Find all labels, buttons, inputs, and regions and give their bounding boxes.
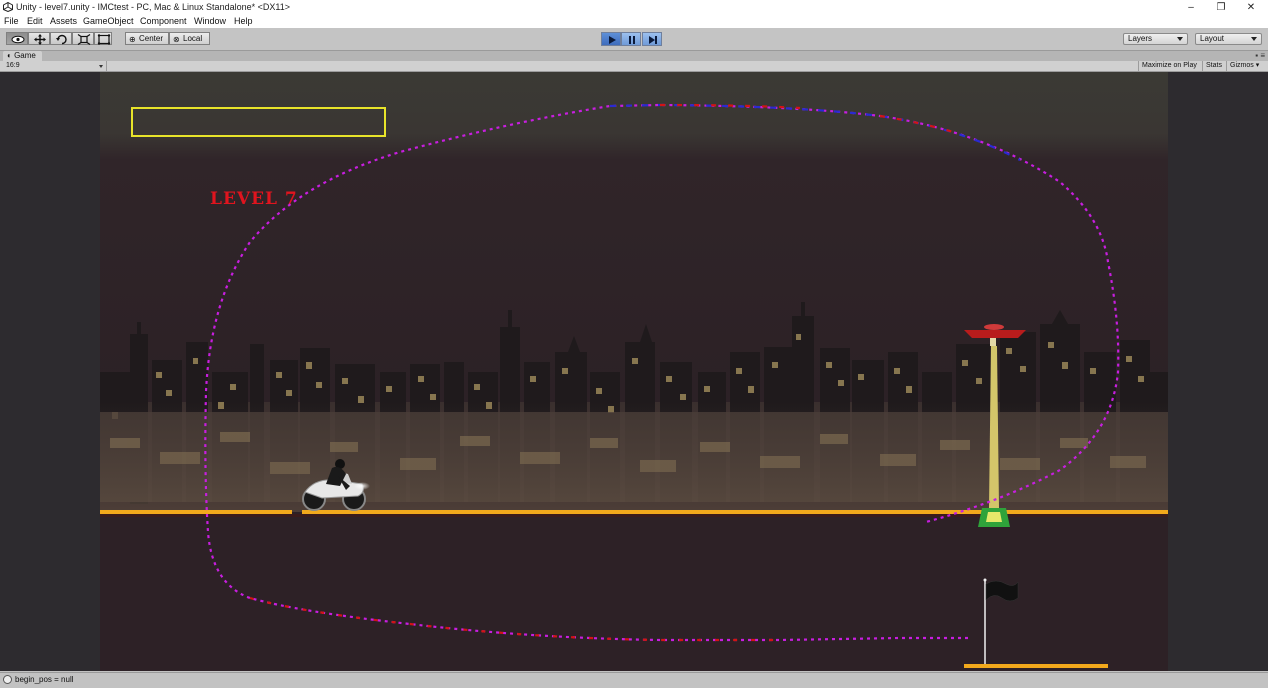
menu-bar: File Edit Assets GameObject Component Wi… xyxy=(0,15,1268,28)
layout-label: Layout xyxy=(1200,34,1225,43)
pivot-local-label: Local xyxy=(183,34,203,43)
rotate-tool-button[interactable] xyxy=(50,32,72,45)
tab-game[interactable]: ◐ Game xyxy=(3,51,42,61)
menu-edit[interactable]: Edit xyxy=(27,16,43,26)
scale-icon xyxy=(77,34,91,45)
game-canvas[interactable]: LEVEL 7 xyxy=(100,72,1168,671)
play-button[interactable] xyxy=(601,32,621,46)
move-tool-button[interactable] xyxy=(28,32,50,45)
chevron-down-icon xyxy=(1251,37,1257,41)
title-bar: Unity - level7.unity - IMCtest - PC, Mac… xyxy=(0,0,1268,15)
info-icon xyxy=(3,675,12,684)
close-button[interactable]: ✕ xyxy=(1236,0,1266,15)
minimize-button[interactable]: – xyxy=(1176,0,1206,15)
pivot-center-toggle[interactable]: ⊕ Center xyxy=(125,32,169,45)
console-message[interactable]: begin_pos = null xyxy=(15,675,74,684)
menu-file[interactable]: File xyxy=(4,16,19,26)
menu-gameobject[interactable]: GameObject xyxy=(83,16,134,26)
road-segment-left xyxy=(100,510,292,514)
gizmos-dropdown[interactable]: Gizmos ▾ xyxy=(1226,61,1262,71)
pivot-center-icon: ⊕ xyxy=(129,35,136,44)
road-segment-main xyxy=(302,510,1168,514)
rect-tool-icon xyxy=(97,34,111,45)
gizmos-label: Gizmos xyxy=(1230,62,1254,69)
game-tab-bar: ◐ Game ▪ ≡ xyxy=(0,51,1268,61)
game-view-toolbar: 16:9 Maximize on Play Stats Gizmos ▾ xyxy=(0,61,1268,72)
pivot-local-toggle[interactable]: ⊗ Local xyxy=(169,32,210,45)
restore-button[interactable]: ❐ xyxy=(1206,0,1236,15)
goal-platform xyxy=(964,664,1108,668)
chevron-down-icon xyxy=(1177,37,1183,41)
pause-icon xyxy=(629,36,635,44)
layers-label: Layers xyxy=(1128,34,1153,43)
eye-icon xyxy=(11,35,25,44)
tab-options-icon[interactable]: ▪ ≡ xyxy=(1255,51,1265,61)
step-button[interactable] xyxy=(642,32,662,46)
layout-dropdown[interactable]: Layout xyxy=(1195,33,1262,45)
menu-assets[interactable]: Assets xyxy=(50,16,77,26)
rect-tool-button[interactable] xyxy=(94,32,112,45)
main-toolbar: ⊕ Center ⊗ Local Layers Layout xyxy=(0,28,1268,51)
pivot-local-icon: ⊗ xyxy=(173,35,180,44)
rotate-icon xyxy=(56,34,67,45)
maximize-on-play-toggle[interactable]: Maximize on Play xyxy=(1138,61,1200,71)
status-bar: begin_pos = null xyxy=(0,672,1268,688)
game-tab-label: Game xyxy=(14,51,36,60)
menu-help[interactable]: Help xyxy=(234,16,253,26)
menu-component[interactable]: Component xyxy=(140,16,187,26)
pivot-center-label: Center xyxy=(139,34,164,43)
stats-toggle[interactable]: Stats xyxy=(1202,61,1225,71)
game-scene: LEVEL 7 xyxy=(100,72,1168,671)
scale-tool-button[interactable] xyxy=(72,32,94,45)
layers-dropdown[interactable]: Layers xyxy=(1123,33,1188,45)
game-tab-icon: ◐ xyxy=(7,51,12,60)
view-tool-button[interactable] xyxy=(6,32,28,45)
aspect-label: 16:9 xyxy=(6,62,20,69)
unity-logo-icon xyxy=(3,2,13,12)
play-icon xyxy=(609,36,616,44)
chevron-down-icon xyxy=(99,65,103,68)
level-title: LEVEL 7 xyxy=(210,189,298,209)
window-title: Unity - level7.unity - IMCtest - PC, Mac… xyxy=(16,2,290,12)
pause-button[interactable] xyxy=(621,32,641,46)
move-icon xyxy=(34,34,46,45)
chevron-down-icon: ▾ xyxy=(1255,62,1260,69)
menu-window[interactable]: Window xyxy=(194,16,226,26)
step-icon xyxy=(649,36,657,44)
aspect-dropdown[interactable]: 16:9 xyxy=(3,61,107,71)
game-view: LEVEL 7 xyxy=(0,72,1268,671)
